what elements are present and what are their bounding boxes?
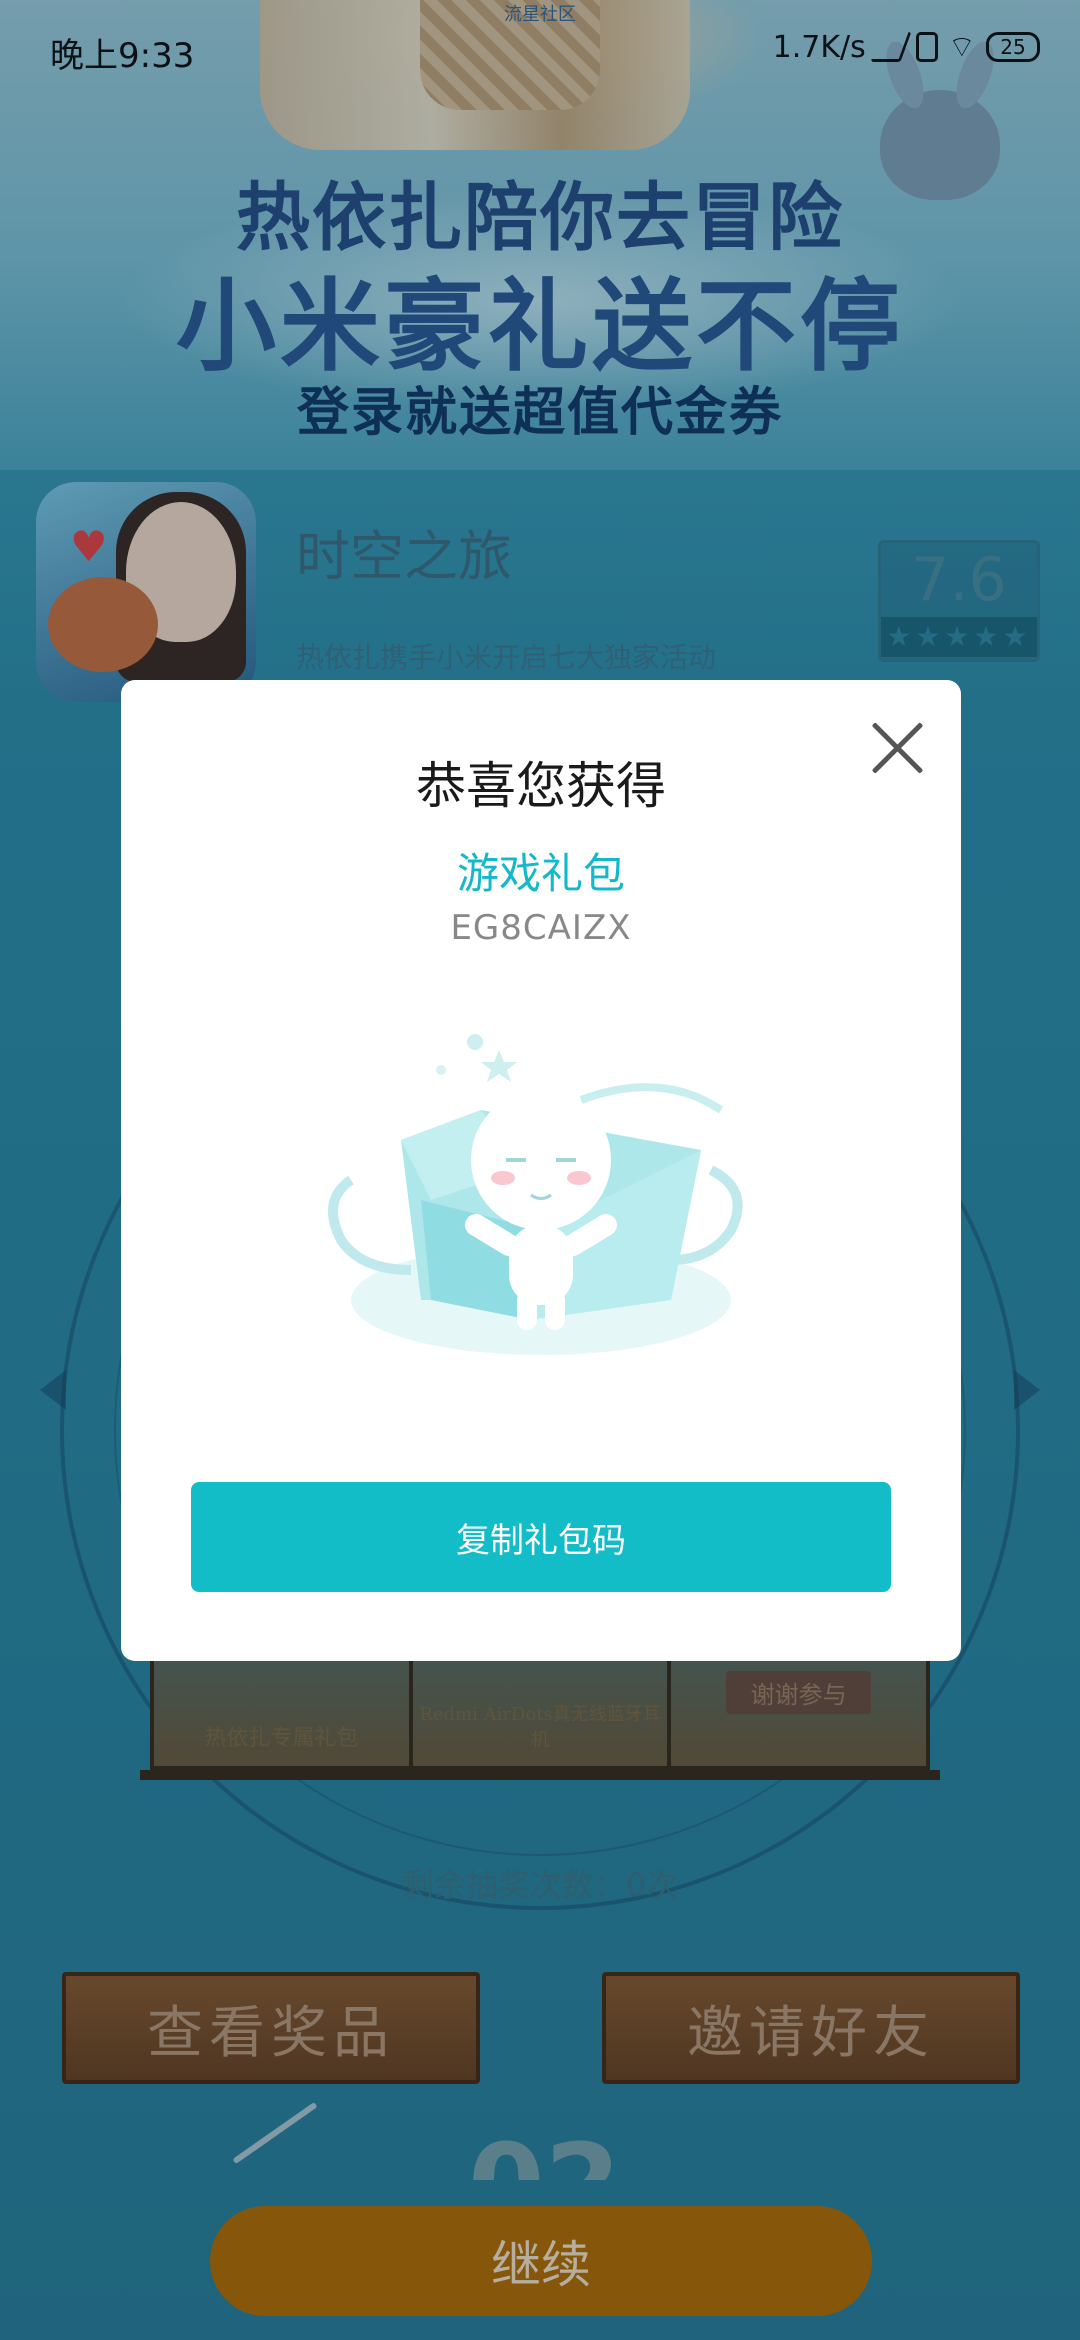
gift-name: 游戏礼包	[456, 849, 625, 898]
gift-box-illustration	[328, 1034, 743, 1355]
gift-code: EG8CAIZX	[450, 908, 632, 948]
reward-dialog: 恭喜您获得 游戏礼包 EG8CAIZX 复制礼包码	[121, 680, 961, 1661]
dialog-title: 恭喜您获得	[416, 757, 666, 815]
copy-gift-code-button[interactable]: 复制礼包码	[191, 1482, 891, 1592]
